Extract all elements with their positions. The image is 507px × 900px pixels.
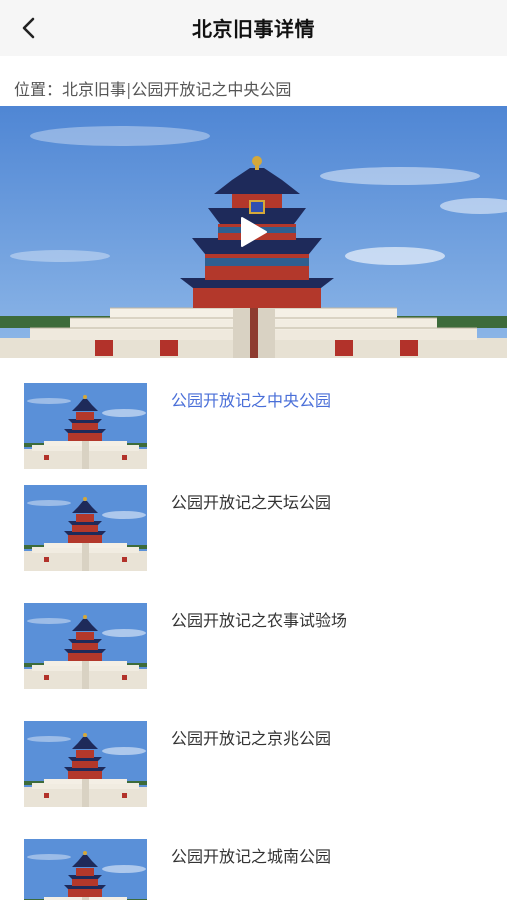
breadcrumb-section[interactable]: 北京旧事 bbox=[62, 80, 126, 99]
item-thumbnail[interactable] bbox=[24, 485, 147, 571]
video-player[interactable] bbox=[0, 106, 507, 358]
item-thumbnail[interactable] bbox=[24, 603, 147, 689]
item-label[interactable]: 公园开放记之城南公园 bbox=[171, 843, 331, 867]
item-thumbnail[interactable] bbox=[24, 383, 147, 469]
item-thumbnail[interactable] bbox=[24, 721, 147, 807]
temple-thumbnail bbox=[24, 721, 147, 807]
temple-thumbnail bbox=[24, 383, 147, 469]
item-label[interactable]: 公园开放记之天坛公园 bbox=[171, 489, 331, 513]
breadcrumb-current: 公园开放记之中央公园 bbox=[131, 80, 292, 99]
breadcrumb: 位置：北京旧事|公园开放记之中央公园 bbox=[14, 76, 291, 100]
list-item[interactable]: 公园开放记之中央公园 bbox=[0, 383, 507, 479]
page-title: 北京旧事详情 bbox=[192, 17, 315, 41]
list-item[interactable]: 公园开放记之农事试验场 bbox=[0, 603, 507, 699]
header-bar: 北京旧事详情 bbox=[0, 0, 507, 56]
temple-thumbnail bbox=[24, 485, 147, 571]
item-label[interactable]: 公园开放记之京兆公园 bbox=[171, 725, 331, 749]
list-item[interactable]: 公园开放记之京兆公园 bbox=[0, 721, 507, 817]
play-icon[interactable] bbox=[236, 216, 268, 248]
temple-thumbnail bbox=[24, 603, 147, 689]
item-label[interactable]: 公园开放记之农事试验场 bbox=[171, 607, 347, 631]
temple-thumbnail bbox=[24, 839, 147, 900]
list-item[interactable]: 公园开放记之天坛公园 bbox=[0, 485, 507, 581]
item-thumbnail[interactable] bbox=[24, 839, 147, 900]
list-item[interactable]: 公园开放记之城南公园 bbox=[0, 839, 507, 900]
item-label[interactable]: 公园开放记之中央公园 bbox=[171, 387, 331, 411]
breadcrumb-prefix: 位置： bbox=[14, 80, 63, 99]
